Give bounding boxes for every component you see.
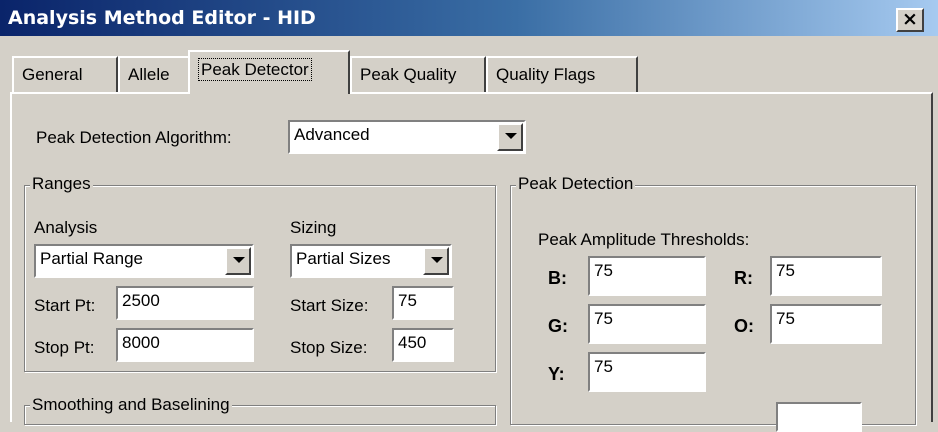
y-threshold-input[interactable]: 75 [588,352,706,392]
stop-pt-value: 8000 [122,333,160,352]
sizing-value: Partial Sizes [296,249,391,268]
r-threshold-input[interactable]: 75 [770,256,882,296]
sizing-select[interactable]: Partial Sizes [290,244,452,278]
y-threshold-label: Y: [548,364,565,384]
o-threshold-label: O: [734,316,754,336]
r-threshold-value: 75 [776,261,795,280]
g-threshold-input[interactable]: 75 [588,304,706,344]
algorithm-label: Peak Detection Algorithm: [36,128,232,147]
stop-pt-input[interactable]: 8000 [116,328,254,362]
b-threshold-value: 75 [594,261,613,280]
analysis-heading: Analysis [34,218,98,237]
title-bar: Analysis Method Editor - HID × [0,0,938,36]
start-size-input[interactable]: 75 [392,286,454,320]
stop-size-input[interactable]: 450 [392,328,454,362]
chevron-down-icon[interactable] [423,247,449,275]
ranges-title: Ranges [30,174,93,194]
smoothing-title: Smoothing and Baselining [30,395,232,415]
tab-peak-quality[interactable]: Peak Quality [350,56,486,92]
start-size-label: Start Size: [290,296,369,315]
chevron-down-icon[interactable] [497,123,523,151]
start-pt-value: 2500 [122,291,160,310]
g-threshold-label: G: [548,316,568,336]
peak-detection-title: Peak Detection [516,174,636,194]
close-button[interactable]: × [896,8,924,32]
close-icon: × [902,8,918,30]
tab-general[interactable]: General [12,56,118,92]
chevron-down-icon[interactable] [225,247,251,275]
sizing-heading: Sizing [290,218,337,237]
tab-peak-detector[interactable]: Peak Detector [188,50,350,94]
o-threshold-input[interactable]: 75 [770,304,882,344]
start-pt-label: Start Pt: [34,296,96,315]
analysis-range-select[interactable]: Partial Range [34,244,254,278]
tab-allele[interactable]: Allele [118,56,190,92]
start-size-value: 75 [398,291,417,310]
tab-peak-detector-label: Peak Detector [198,58,312,81]
stop-size-value: 450 [398,333,427,352]
o-threshold-value: 75 [776,309,795,328]
tab-general-label: General [22,65,83,84]
tab-allele-label: Allele [128,65,170,84]
tab-quality-flags-label: Quality Flags [496,65,596,84]
partial-input[interactable] [776,402,862,432]
stop-pt-label: Stop Pt: [34,338,95,357]
stop-size-label: Stop Size: [290,338,368,357]
tab-peak-quality-label: Peak Quality [360,65,457,84]
tab-quality-flags[interactable]: Quality Flags [486,56,638,92]
analysis-range-value: Partial Range [40,249,144,268]
b-threshold-input[interactable]: 75 [588,256,706,296]
thresholds-label: Peak Amplitude Thresholds: [538,230,750,249]
window-title: Analysis Method Editor - HID [8,7,316,29]
algorithm-select[interactable]: Advanced [288,120,526,154]
g-threshold-value: 75 [594,309,613,328]
start-pt-input[interactable]: 2500 [116,286,254,320]
r-threshold-label: R: [734,268,753,288]
b-threshold-label: B: [548,268,567,288]
algorithm-value: Advanced [294,125,370,144]
y-threshold-value: 75 [594,357,613,376]
